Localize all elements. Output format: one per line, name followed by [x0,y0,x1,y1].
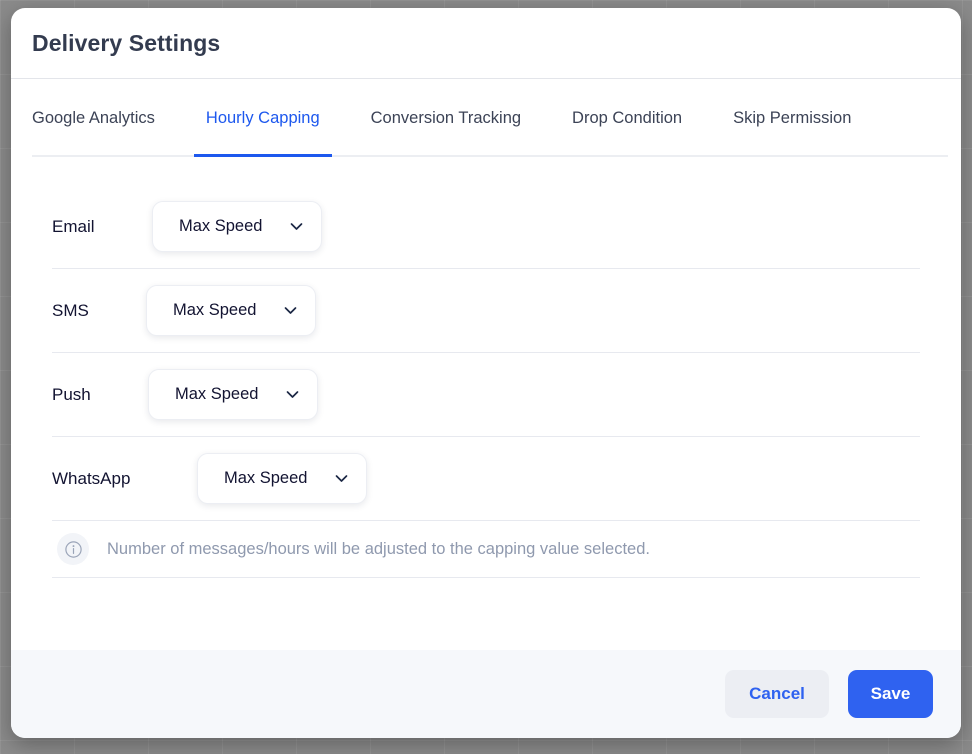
table-row: SMS Max Speed [52,269,920,353]
capping-rows: Email Max Speed SMS Max Speed Push Max S… [52,157,920,578]
tab-label: Drop Condition [572,108,683,127]
tab-label: Google Analytics [32,108,155,127]
info-note-text: Number of messages/hours will be adjuste… [107,539,650,558]
capping-select-sms[interactable]: Max Speed [146,285,317,336]
capping-select-push[interactable]: Max Speed [148,369,319,420]
channel-label-push: Push [52,384,91,404]
capping-select-whatsapp[interactable]: Max Speed [197,453,368,504]
table-row: WhatsApp Max Speed [52,437,920,521]
dialog-header: Delivery Settings [11,8,961,79]
page-title: Delivery Settings [32,29,221,56]
cancel-button[interactable]: Cancel [725,670,829,718]
tab-label: Skip Permission [733,108,852,127]
capping-select-whatsapp-value: Max Speed [224,469,308,487]
tab-skip-permission[interactable]: Skip Permission [733,79,851,157]
capping-select-email-value: Max Speed [179,217,263,235]
capping-select-sms-value: Max Speed [173,301,257,319]
tab-hourly-capping[interactable]: Hourly Capping [193,79,332,157]
chevron-down-icon [284,386,301,403]
table-row: Push Max Speed [52,353,920,437]
info-note: Number of messages/hours will be adjuste… [52,521,920,578]
capping-select-email[interactable]: Max Speed [152,201,323,252]
channel-label-whatsapp: WhatsApp [52,468,131,488]
channel-label-sms: SMS [52,300,89,320]
tab-label: Conversion Tracking [370,108,522,127]
delivery-settings-dialog: Delivery Settings Google Analytics Hourl… [11,8,961,738]
tab-google-analytics[interactable]: Google Analytics [32,79,155,157]
tab-label: Hourly Capping [205,108,320,127]
table-row: Email Max Speed [52,185,920,269]
tab-bar: Google Analytics Hourly Capping Conversi… [32,79,948,157]
capping-select-push-value: Max Speed [175,385,259,403]
dialog-footer: Cancel Save [11,650,961,738]
chevron-down-icon [288,218,305,235]
chevron-down-icon [282,302,299,319]
tab-conversion-tracking[interactable]: Conversion Tracking [371,79,521,157]
tab-drop-condition[interactable]: Drop Condition [572,79,682,157]
info-circle-icon [57,533,89,565]
channel-label-email: Email [52,216,95,236]
save-button[interactable]: Save [848,670,933,718]
chevron-down-icon [333,470,350,487]
dialog-body: Google Analytics Hourly Capping Conversi… [11,79,961,650]
